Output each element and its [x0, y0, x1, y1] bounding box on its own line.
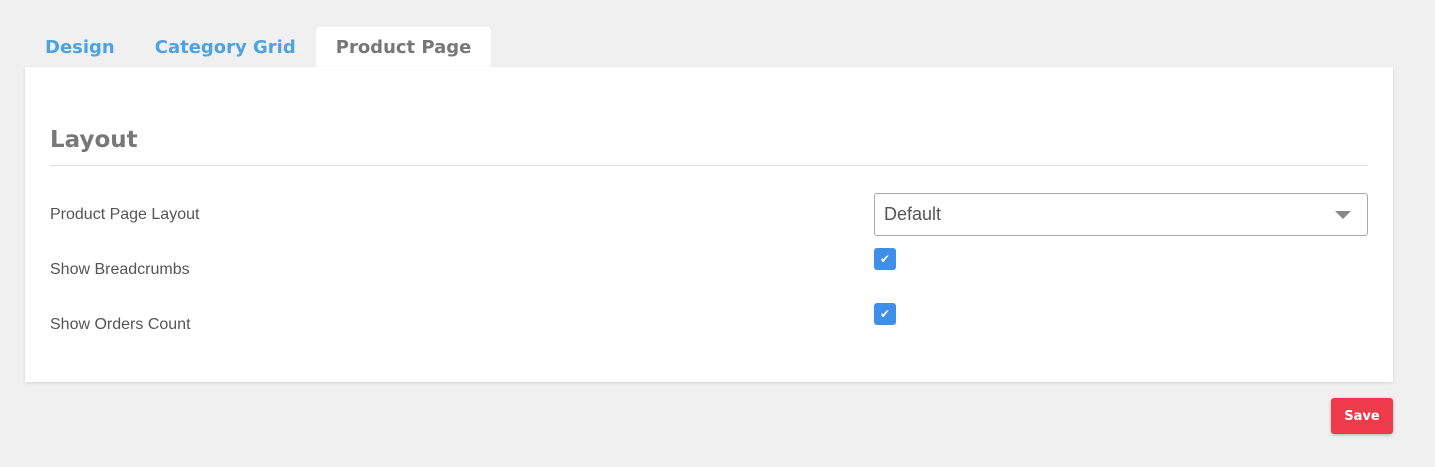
chevron-down-icon — [1335, 211, 1351, 219]
show-orders-count-label: Show Orders Count — [50, 316, 191, 333]
section-title: Layout — [50, 127, 138, 153]
tab-product-page[interactable]: Product Page — [315, 27, 492, 67]
product-page-layout-select[interactable]: Default — [874, 193, 1368, 236]
save-button[interactable]: Save — [1331, 398, 1393, 434]
checkmark-icon: ✔ — [879, 307, 891, 321]
tab-design[interactable]: Design — [25, 27, 135, 67]
product-page-layout-label: Product Page Layout — [50, 206, 200, 223]
tab-category-grid[interactable]: Category Grid — [135, 27, 316, 67]
section-divider — [50, 165, 1368, 166]
show-orders-count-checkbox[interactable]: ✔ — [874, 303, 896, 325]
show-breadcrumbs-label: Show Breadcrumbs — [50, 261, 190, 278]
select-value: Default — [884, 204, 942, 224]
checkmark-icon: ✔ — [879, 252, 891, 266]
tab-bar: Design Category Grid Product Page — [25, 27, 492, 67]
show-breadcrumbs-checkbox[interactable]: ✔ — [874, 248, 896, 270]
settings-panel: Layout Product Page Layout Default Show … — [25, 67, 1393, 382]
